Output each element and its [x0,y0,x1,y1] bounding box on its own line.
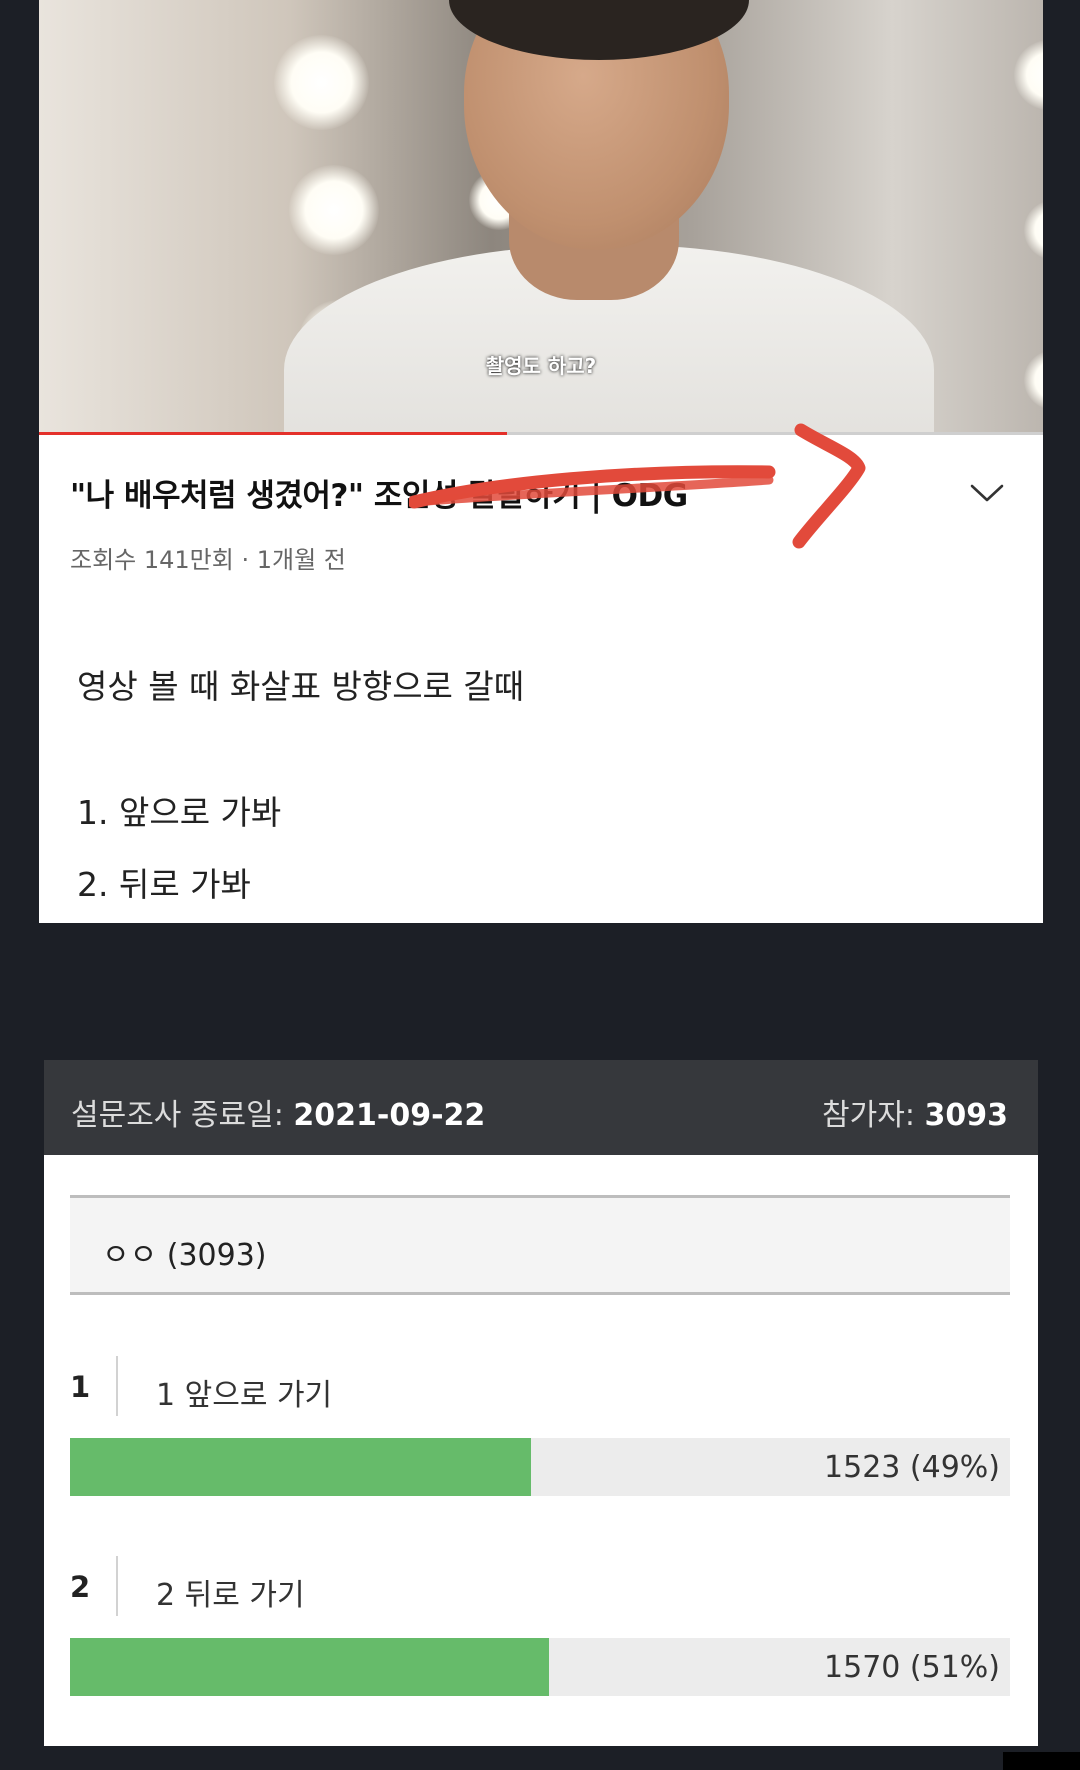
poll-header: 설문조사 종료일: 2021-09-22 참가자: 3093 [44,1060,1038,1155]
mirror-light [1024,200,1043,260]
post-option-1: 1. 앞으로 가봐 [77,793,282,832]
red-arrow-annotation [409,423,866,549]
choice-divider [116,1356,118,1416]
choice-number: 2 [70,1570,91,1604]
choice-label: 2 뒤로 가기 [156,1578,305,1613]
poll-card: 설문조사 종료일: 2021-09-22 참가자: 3093 ㅇㅇ (3093)… [44,1060,1038,1746]
video-subtitle: 촬영도 하고? [485,354,597,378]
choice-result-value: 1523 (49%) [824,1450,1000,1485]
poll-end-date: 설문조사 종료일: 2021-09-22 [71,1090,485,1134]
poll-participants-label: 참가자: [822,1098,925,1133]
poll-end-value: 2021-09-22 [293,1098,486,1133]
poll-end-label: 설문조사 종료일: [71,1098,294,1133]
poll-question: ㅇㅇ (3093) [102,1238,267,1273]
post-option-2: 2. 뒤로 가봐 [77,865,251,904]
video-thumbnail[interactable]: 촬영도 하고? [39,0,1043,435]
choice-result-fill [70,1638,550,1696]
mirror-light [1014,40,1043,110]
mirror-light [274,35,369,130]
poll-participants: 참가자: 3093 [822,1090,1008,1134]
poll-question-box: ㅇㅇ (3093) [70,1195,1010,1295]
video-card: 촬영도 하고? "나 배우처럼 생겼어?" 조인성 탈탈하기 | ODG 조회수… [39,0,1043,923]
mirror-light [289,165,379,255]
post-question: 영상 볼 때 화살표 방향으로 갈때 [77,667,525,706]
choice-result-bar: 1523 (49%) [70,1438,1010,1496]
poll-participants-value: 3093 [924,1098,1009,1133]
choice-result-bar: 1570 (51%) [70,1638,1010,1696]
choice-divider [116,1556,118,1616]
video-meta: 조회수 141만회 · 1개월 전 [70,546,346,574]
post-body: 영상 볼 때 화살표 방향으로 갈때 1. 앞으로 가봐 2. 뒤로 가봐 [77,660,524,930]
choice-result-fill [70,1438,531,1496]
corner-overlay [1003,1752,1080,1770]
chevron-down-icon[interactable] [969,482,1005,504]
choice-number: 1 [70,1370,91,1404]
choice-label: 1 앞으로 가기 [156,1378,333,1413]
choice-result-value: 1570 (51%) [824,1650,1000,1685]
